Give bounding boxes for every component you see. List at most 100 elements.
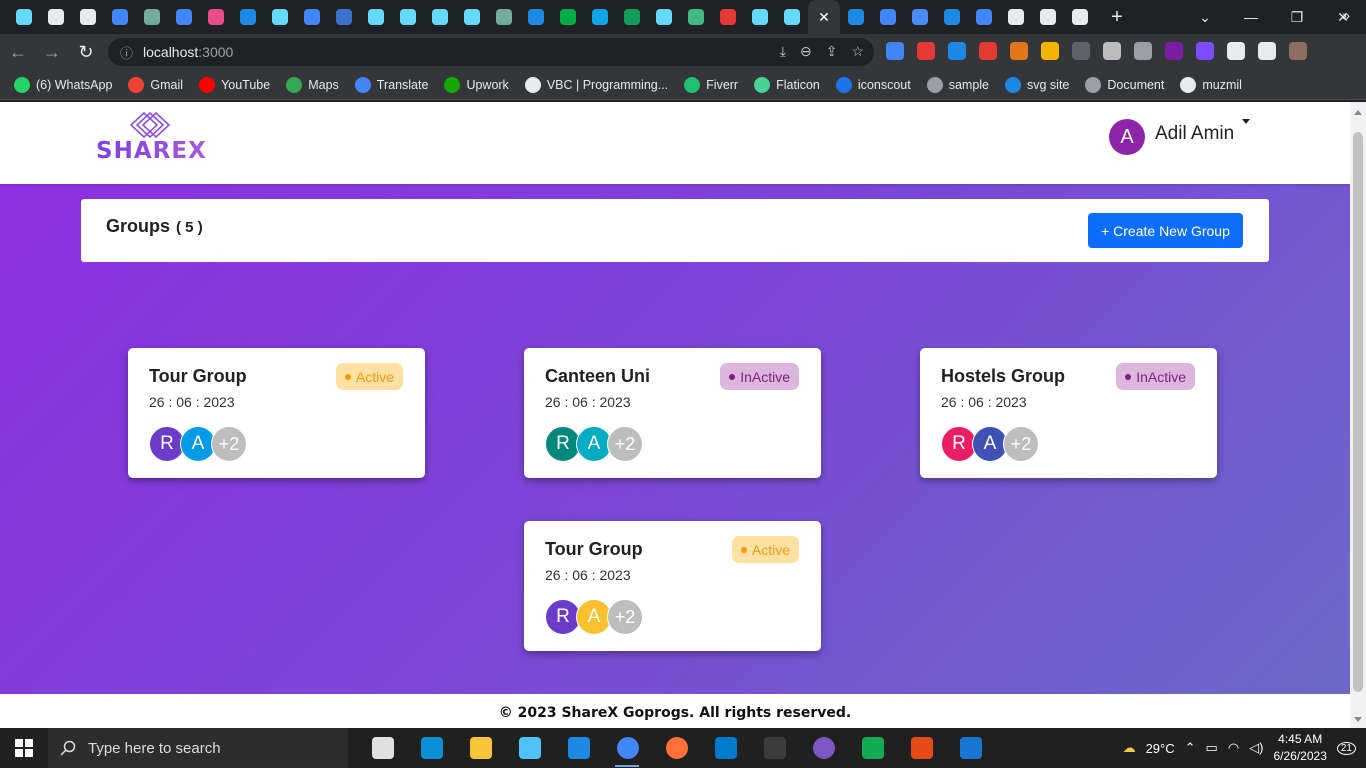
mail-taskbar-button[interactable] <box>554 728 603 768</box>
extension-icon[interactable] <box>886 42 904 60</box>
photos-taskbar-button[interactable] <box>946 728 995 768</box>
browser-tab[interactable] <box>840 0 872 34</box>
browser-tab[interactable] <box>1000 0 1032 34</box>
browser-tab[interactable] <box>328 0 360 34</box>
extension-icon[interactable] <box>1165 42 1183 60</box>
browser-tab[interactable] <box>616 0 648 34</box>
browser-tab[interactable] <box>584 0 616 34</box>
bookmark-item[interactable]: Maps <box>286 76 339 93</box>
scrollbar-thumb[interactable] <box>1353 132 1363 692</box>
bookmark-item[interactable]: (6) WhatsApp <box>14 76 112 93</box>
browser-tab[interactable] <box>520 0 552 34</box>
browser-tab[interactable] <box>232 0 264 34</box>
more-members-avatar[interactable]: +2 <box>607 426 643 462</box>
back-button[interactable]: ← <box>2 36 34 68</box>
bookmark-item[interactable]: iconscout <box>835 76 911 93</box>
browser-tab[interactable] <box>136 0 168 34</box>
share-icon[interactable]: ⇪ <box>826 43 838 60</box>
scroll-down-icon[interactable] <box>1354 717 1362 722</box>
browser-tab[interactable] <box>968 0 1000 34</box>
file-explorer-taskbar-button[interactable] <box>456 728 505 768</box>
minimize-button[interactable]: — <box>1228 9 1274 25</box>
volume-icon[interactable]: ◁) <box>1249 740 1263 756</box>
bookmark-item[interactable]: YouTube <box>199 76 270 93</box>
browser-tab[interactable] <box>72 0 104 34</box>
store-taskbar-button[interactable] <box>505 728 554 768</box>
address-bar[interactable]: ⓘ localhost:3000 ⤓ ⊖ ⇪ ☆ <box>108 38 874 66</box>
more-members-avatar[interactable]: +2 <box>211 426 247 462</box>
avatar[interactable]: A <box>1109 119 1145 155</box>
browser-tab[interactable] <box>776 0 808 34</box>
browser-tab[interactable] <box>8 0 40 34</box>
chevron-up-icon[interactable]: ⌃ <box>1185 740 1196 756</box>
extension-icon[interactable] <box>1289 42 1307 60</box>
bookmark-item[interactable]: Gmail <box>128 76 183 93</box>
page-scrollbar[interactable] <box>1350 102 1366 728</box>
bookmark-item[interactable]: svg site <box>1005 76 1069 93</box>
extension-icon[interactable] <box>1010 42 1028 60</box>
caret-down-icon[interactable] <box>1242 119 1251 124</box>
extension-icon[interactable] <box>1072 42 1090 60</box>
reload-button[interactable]: ↻ <box>70 36 102 68</box>
bookmark-item[interactable]: VBC | Programming... <box>524 76 668 93</box>
bookmark-star-icon[interactable]: ☆ <box>851 43 864 60</box>
bookmark-item[interactable]: Translate <box>354 76 428 93</box>
bookmark-item[interactable]: Upwork <box>444 76 509 93</box>
close-tab-icon[interactable]: ✕ <box>818 9 830 26</box>
user-menu[interactable]: A Adil Amin <box>1109 119 1251 155</box>
browser-tab[interactable] <box>168 0 200 34</box>
more-members-avatar[interactable]: +2 <box>607 599 643 635</box>
create-new-group-button[interactable]: + Create New Group <box>1088 213 1243 248</box>
notification-icon[interactable]: 21 <box>1336 741 1356 755</box>
browser-tab[interactable] <box>392 0 424 34</box>
extension-icon[interactable] <box>1134 42 1152 60</box>
battery-icon[interactable]: ▭ <box>1206 740 1218 756</box>
extension-icon[interactable] <box>1196 42 1214 60</box>
weather-temp[interactable]: 29°C <box>1146 741 1175 756</box>
start-button[interactable] <box>0 728 48 768</box>
bookmark-item[interactable]: Flaticon <box>754 76 820 93</box>
app-circle-taskbar-button[interactable] <box>799 728 848 768</box>
browser-tab[interactable] <box>488 0 520 34</box>
browser-tab[interactable] <box>680 0 712 34</box>
new-tab-button[interactable]: + <box>1102 2 1132 32</box>
scroll-up-icon[interactable] <box>1354 110 1362 115</box>
zoom-icon[interactable]: ⊖ <box>800 43 812 60</box>
browser-tab[interactable] <box>264 0 296 34</box>
group-card[interactable]: Hostels Group InActive 26 : 06 : 2023 R A +2 <box>920 348 1217 478</box>
task-view-taskbar-button[interactable] <box>358 728 407 768</box>
browser-tab[interactable] <box>872 0 904 34</box>
terminal-taskbar-button[interactable] <box>750 728 799 768</box>
vscode-taskbar-button[interactable] <box>701 728 750 768</box>
wifi-icon[interactable]: ◠ <box>1228 740 1239 756</box>
browser-tab[interactable] <box>1064 0 1096 34</box>
browser-tab[interactable] <box>648 0 680 34</box>
bookmark-item[interactable]: sample <box>926 76 989 93</box>
edge-taskbar-button[interactable] <box>407 728 456 768</box>
restore-button[interactable]: ❐ <box>1274 9 1320 26</box>
bookmark-item[interactable]: Fiverr <box>684 76 738 93</box>
git-app-taskbar-button[interactable] <box>897 728 946 768</box>
extension-icon[interactable] <box>917 42 935 60</box>
extension-icon[interactable] <box>1103 42 1121 60</box>
extension-icon[interactable] <box>1227 42 1245 60</box>
more-members-avatar[interactable]: +2 <box>1003 426 1039 462</box>
bookmarks-overflow-button[interactable]: » <box>1342 7 1350 23</box>
extension-icon[interactable] <box>1258 42 1276 60</box>
browser-tab[interactable] <box>424 0 456 34</box>
bookmark-item[interactable]: muzmil <box>1180 76 1242 93</box>
browser-tab[interactable] <box>904 0 936 34</box>
user-name[interactable]: Adil Amin <box>1155 123 1234 145</box>
extension-icon[interactable] <box>1041 42 1059 60</box>
browser-tab[interactable] <box>552 0 584 34</box>
browser-tab[interactable] <box>1032 0 1064 34</box>
chrome-taskbar-button[interactable] <box>603 728 652 768</box>
group-card[interactable]: Tour Group Active 26 : 06 : 2023 R A +2 <box>524 521 821 651</box>
browser-tab[interactable] <box>360 0 392 34</box>
bookmark-item[interactable]: Document <box>1085 76 1164 93</box>
group-card[interactable]: Tour Group Active 26 : 06 : 2023 R A +2 <box>128 348 425 478</box>
browser-tab[interactable]: ✕ <box>808 0 840 34</box>
forward-button[interactable]: → <box>36 36 68 68</box>
browser-tab[interactable] <box>296 0 328 34</box>
browser-tab[interactable] <box>456 0 488 34</box>
